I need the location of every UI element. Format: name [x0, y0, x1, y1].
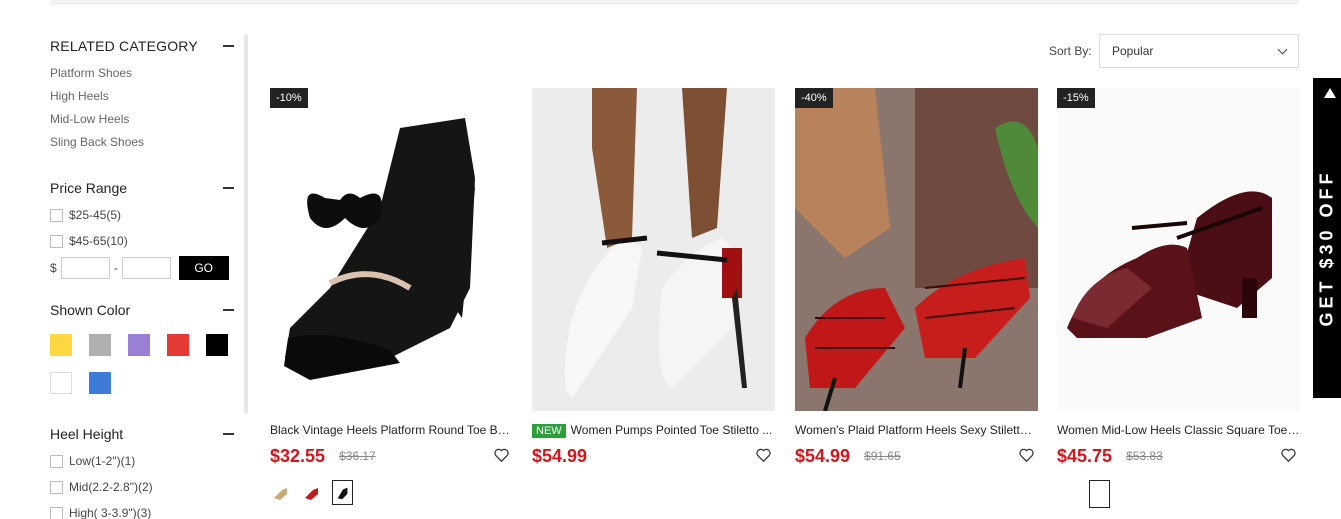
original-price: $53.83 — [1126, 449, 1163, 463]
checkbox[interactable] — [50, 454, 63, 468]
wishlist-heart-icon[interactable] — [1019, 448, 1034, 467]
product-title[interactable]: Black Vintage Heels Platform Round Toe B… — [270, 422, 513, 438]
shown-color-title: Shown Color — [50, 302, 131, 318]
promo-text: GET $30 OFF — [1316, 169, 1337, 327]
variant-thumb[interactable] — [1089, 480, 1110, 508]
collapse-color-icon[interactable] — [223, 300, 235, 320]
chevron-down-icon — [1277, 44, 1288, 54]
white-pump-heel-image — [532, 88, 775, 411]
category-link-high-heels[interactable]: High Heels — [50, 85, 235, 108]
heel-height-title: Heel Height — [50, 426, 124, 442]
collapse-heel-icon[interactable] — [223, 424, 235, 444]
sort-value: Popular — [1112, 44, 1154, 58]
range-separator: - — [113, 261, 118, 275]
top-divider — [50, 0, 1299, 5]
price-option-label: $45-65(10) — [69, 234, 128, 248]
product-title[interactable]: Women Mid-Low Heels Classic Square Toe .… — [1057, 422, 1300, 438]
product-price: $54.99 — [532, 445, 588, 466]
sort-dropdown[interactable]: Popular — [1099, 34, 1299, 68]
heel-option-low[interactable]: Low(1-2")(1) — [50, 448, 235, 474]
currency-symbol: $ — [50, 261, 57, 275]
new-badge: NEW — [532, 424, 566, 438]
variant-thumb-beige[interactable] — [270, 480, 291, 505]
go-button[interactable]: GO — [178, 256, 229, 280]
plaid-platform-heel-image — [795, 88, 1038, 411]
product-price: $32.55 — [270, 445, 326, 466]
expand-arrow-icon — [1324, 88, 1336, 98]
color-swatch-6[interactable] — [89, 372, 111, 394]
checkbox[interactable] — [50, 208, 63, 222]
min-price-input[interactable] — [60, 257, 110, 279]
price-option-label: $25-45(5) — [69, 208, 122, 222]
variant-thumb-black[interactable] — [332, 480, 353, 505]
product-card[interactable]: -10% Black Vintage Heels Platform Round … — [270, 88, 513, 505]
heel-height-section: Heel Height Low(1-2")(1) Mid(2.2-2.8")(2… — [50, 424, 235, 519]
related-category-title: RELATED CATEGORY — [50, 38, 198, 54]
color-swatch-5[interactable] — [50, 372, 72, 394]
burgundy-mary-jane-heel-image — [1067, 191, 1272, 338]
product-title-text: Women Pumps Pointed Toe Stiletto ... — [570, 423, 773, 437]
color-swatch-4[interactable] — [206, 334, 228, 356]
product-image[interactable]: -10% — [270, 88, 513, 411]
discount-badge: -15% — [1057, 88, 1095, 108]
price-option-25-45[interactable]: $25-45(5) — [50, 202, 235, 228]
color-swatch-0[interactable] — [50, 334, 72, 356]
custom-price-range: $ - GO — [50, 256, 235, 280]
product-card[interactable]: -40% Women's Plaid Platform Heels Sexy S… — [795, 88, 1038, 466]
wishlist-heart-icon[interactable] — [1281, 448, 1296, 467]
related-category-section: RELATED CATEGORY Platform Shoes High Hee… — [50, 36, 235, 154]
wishlist-heart-icon[interactable] — [756, 448, 771, 467]
color-variant-thumbs — [1057, 480, 1300, 508]
color-swatch-3[interactable] — [167, 334, 189, 356]
heel-option-mid[interactable]: Mid(2.2-2.8")(2) — [50, 474, 235, 500]
max-price-input[interactable] — [121, 257, 171, 279]
wishlist-heart-icon[interactable] — [494, 448, 509, 467]
product-card[interactable]: -15% Women Mid-Low Heels Classic Square … — [1057, 88, 1300, 508]
product-card[interactable]: NEW Women Pumps Pointed Toe Stiletto ... … — [532, 88, 775, 466]
color-variant-thumbs — [270, 480, 513, 505]
variant-thumb-red[interactable] — [301, 480, 322, 505]
product-image[interactable] — [532, 88, 775, 411]
sidebar-scrollbar[interactable] — [244, 34, 248, 414]
original-price: $91.65 — [864, 449, 901, 463]
category-link-mid-low-heels[interactable]: Mid-Low Heels — [50, 108, 235, 131]
collapse-related-icon[interactable] — [223, 36, 235, 56]
price-range-title: Price Range — [50, 180, 128, 196]
black-bow-heel-image — [284, 118, 475, 380]
discount-badge: -40% — [795, 88, 833, 108]
checkbox[interactable] — [50, 480, 63, 494]
sort-label: Sort By: — [1049, 44, 1092, 58]
product-image[interactable]: -15% — [1057, 88, 1300, 411]
shown-color-section: Shown Color — [50, 300, 235, 394]
heel-option-high[interactable]: High( 3-3.9")(3) — [50, 500, 235, 519]
color-swatch-grid — [50, 334, 235, 394]
heel-option-label: Low(1-2")(1) — [69, 454, 136, 468]
product-price: $45.75 — [1057, 445, 1113, 466]
promo-side-tab[interactable]: GET $30 OFF — [1313, 78, 1341, 398]
product-title[interactable]: NEW Women Pumps Pointed Toe Stiletto ... — [532, 422, 775, 438]
color-swatch-1[interactable] — [89, 334, 111, 356]
category-link-sling-back-shoes[interactable]: Sling Back Shoes — [50, 131, 235, 154]
product-image[interactable]: -40% — [795, 88, 1038, 411]
product-title[interactable]: Women's Plaid Platform Heels Sexy Stilet… — [795, 422, 1038, 438]
color-swatch-2[interactable] — [128, 334, 150, 356]
filter-sidebar: RELATED CATEGORY Platform Shoes High Hee… — [50, 36, 235, 519]
checkbox[interactable] — [50, 234, 63, 248]
discount-badge: -10% — [270, 88, 308, 108]
heel-option-label: Mid(2.2-2.8")(2) — [69, 480, 153, 494]
price-range-section: Price Range $25-45(5) $45-65(10) $ - GO — [50, 178, 235, 280]
price-option-45-65[interactable]: $45-65(10) — [50, 228, 235, 254]
collapse-price-icon[interactable] — [223, 178, 235, 198]
category-link-platform-shoes[interactable]: Platform Shoes — [50, 62, 235, 85]
product-price: $54.99 — [795, 445, 851, 466]
heel-option-label: High( 3-3.9")(3) — [69, 506, 152, 519]
checkbox[interactable] — [50, 506, 63, 519]
original-price: $36.17 — [339, 449, 376, 463]
